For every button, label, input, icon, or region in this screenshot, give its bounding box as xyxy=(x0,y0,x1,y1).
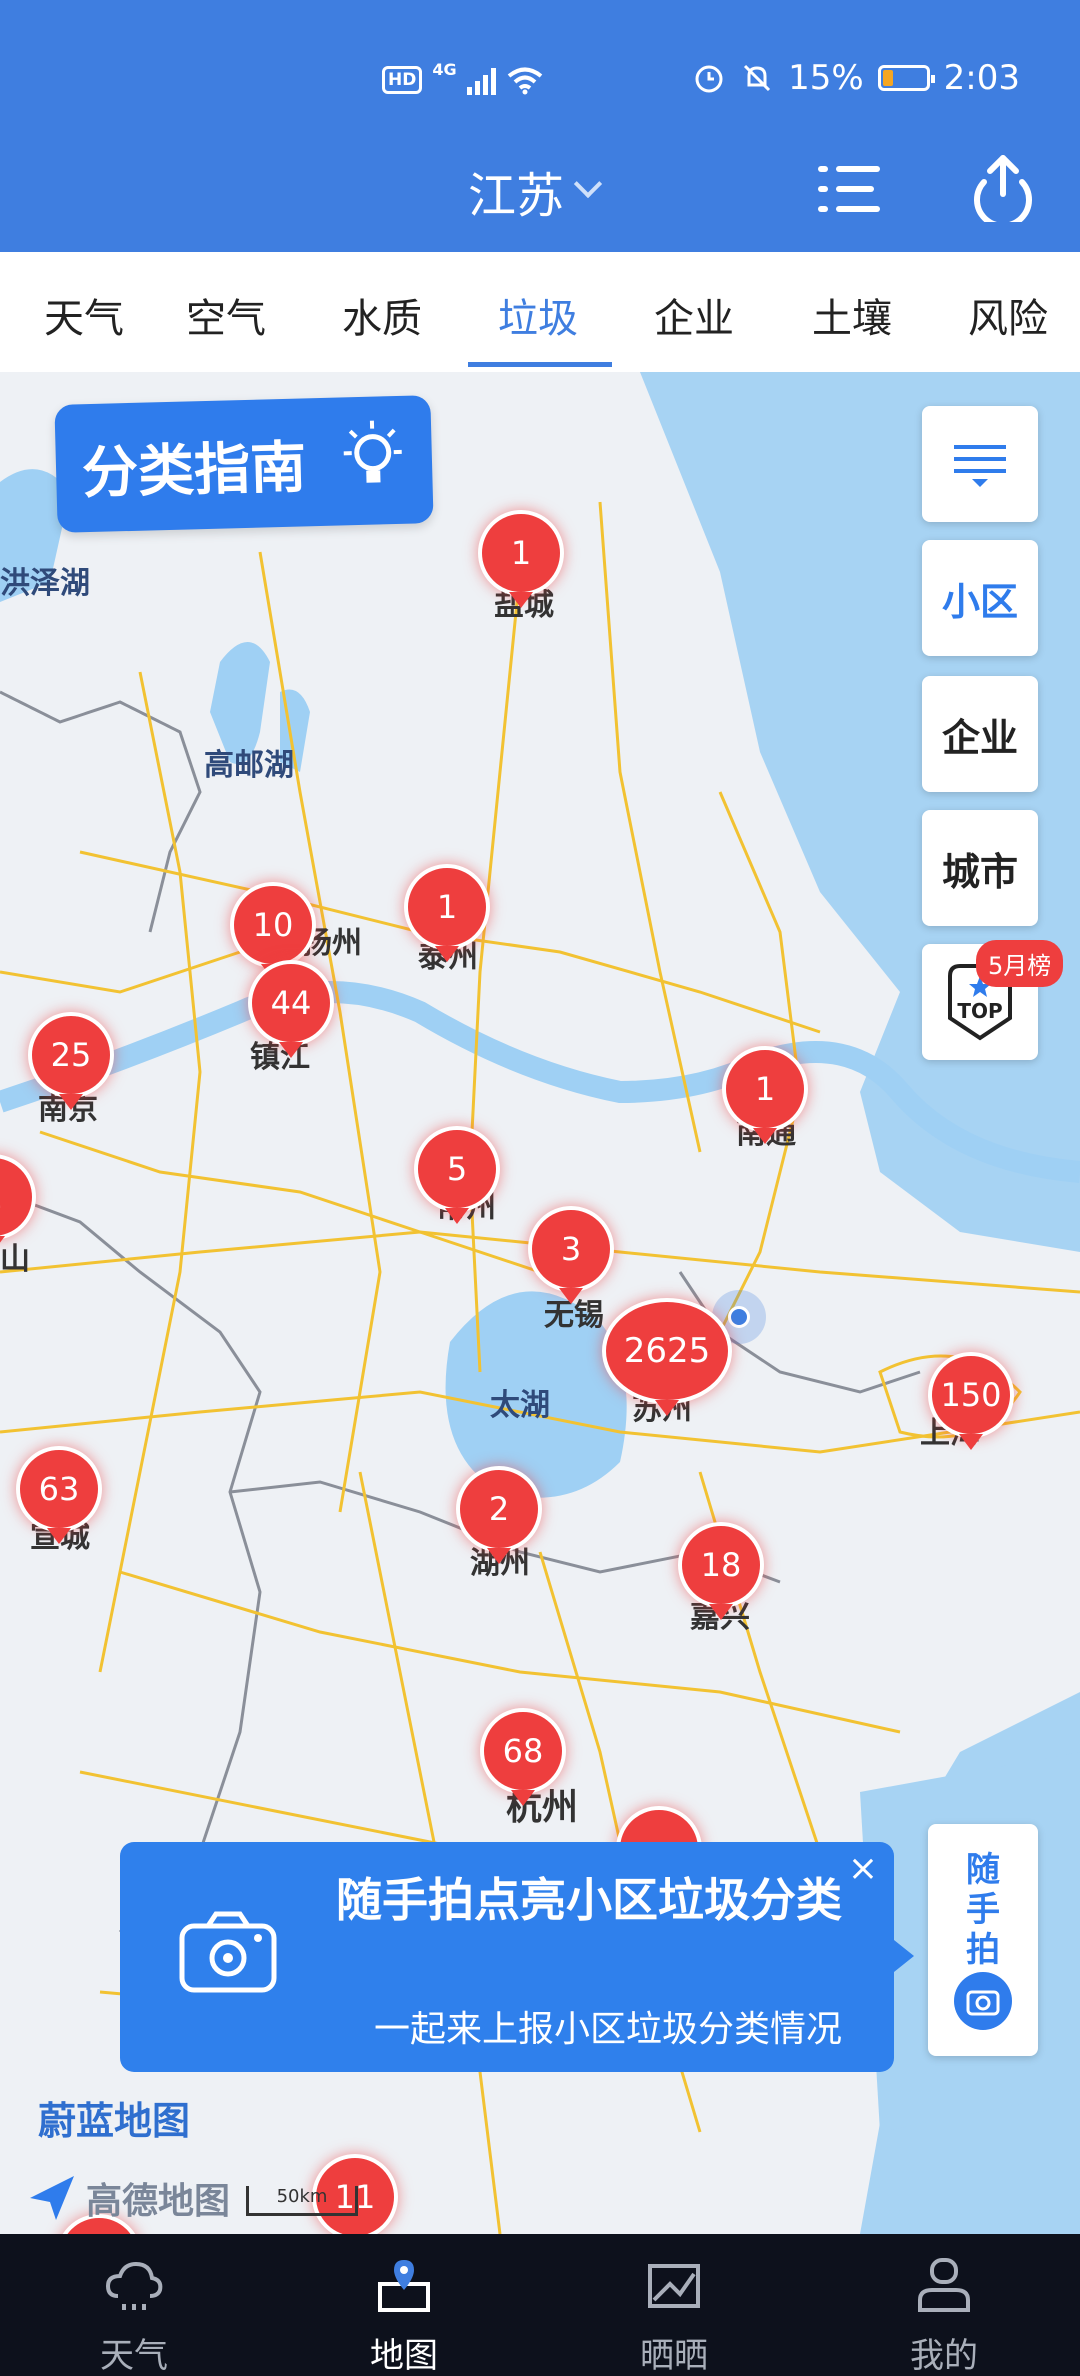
status-bar-left: HD 4G xyxy=(382,60,544,100)
amap-logo: 高德地图 xyxy=(26,2172,230,2224)
map-view[interactable]: 洪泽湖 高邮湖 盐城 扬州 泰州 镇江 南京 常州 南通 无锡 太湖 苏州 上海… xyxy=(0,372,1080,2234)
city-button[interactable]: 城市 xyxy=(922,810,1038,926)
active-tab-indicator xyxy=(468,362,612,367)
weilan-map-watermark: 蔚蓝地图 xyxy=(38,2099,191,2143)
enterprise-button[interactable]: 企业 xyxy=(922,676,1038,792)
tab-enterprise[interactable]: 企业 xyxy=(654,286,734,344)
map-pin-icon xyxy=(378,2260,430,2312)
banner-subtitle: 一起来上报小区垃圾分类情况 xyxy=(373,2009,842,2050)
hd-badge: HD xyxy=(382,66,423,94)
filter-icon xyxy=(954,445,1006,487)
classification-guide-button[interactable]: 分类指南 xyxy=(54,395,434,533)
banner-title: 随手拍点亮小区垃圾分类 xyxy=(336,1873,842,1927)
map-pin[interactable]: 2 xyxy=(456,1466,542,1564)
clock: 2:03 xyxy=(943,58,1020,98)
map-pin[interactable]: 3 xyxy=(528,1206,614,1304)
map-pin[interactable]: 63 xyxy=(16,1446,102,1544)
snapshot-promo-banner[interactable]: 随手拍点亮小区垃圾分类 一起来上报小区垃圾分类情况 × xyxy=(120,1842,914,2072)
place-label: 洪泽湖 xyxy=(0,566,90,601)
map-scale: 50km xyxy=(246,2186,358,2216)
user-icon xyxy=(918,2258,970,2312)
photo-icon xyxy=(648,2264,700,2308)
map-pin[interactable]: 25 xyxy=(28,1012,114,1110)
map-pin[interactable]: 44 xyxy=(248,960,334,1058)
map-pin[interactable]: 68 xyxy=(480,1708,566,1806)
map-pin[interactable]: 10 xyxy=(230,882,316,980)
wifi-icon xyxy=(507,67,542,95)
map-pin[interactable]: 5 xyxy=(414,1126,500,1224)
nav-share[interactable]: 晒晒 xyxy=(604,2244,744,2376)
map-pin[interactable]: 150 xyxy=(928,1352,1014,1450)
map-pin[interactable]: 18 xyxy=(678,1522,764,1620)
list-icon[interactable] xyxy=(818,164,880,214)
tab-soil[interactable]: 土壤 xyxy=(812,286,892,344)
amap-label: 高德地图 xyxy=(86,2181,231,2222)
nav-label: 晒晒 xyxy=(640,2336,708,2376)
tab-garbage[interactable]: 垃圾 xyxy=(498,286,578,344)
battery-icon xyxy=(877,65,935,91)
nav-label: 地图 xyxy=(370,2336,438,2376)
region-selector[interactable]: 江苏 xyxy=(468,156,603,226)
status-bar-right: 15% 2:03 xyxy=(692,56,1020,100)
screen: HD 4G 15% 2:03 江苏 天气 空气 水质 垃圾 企业 土壤 风险 洪… xyxy=(0,0,1080,2376)
nav-map[interactable]: 地图 xyxy=(334,2244,474,2376)
community-button[interactable]: 小区 xyxy=(922,540,1038,656)
place-label: 太湖 xyxy=(490,1388,550,1423)
lightbulb-icon xyxy=(343,420,402,483)
bottom-navigation: 天气 地图 晒晒 我的 xyxy=(0,2234,1080,2376)
map-pin[interactable]: 2625 xyxy=(602,1298,732,1416)
app-header: HD 4G 15% 2:03 江苏 xyxy=(0,0,1080,252)
nav-label: 天气 xyxy=(100,2336,168,2376)
nav-profile[interactable]: 我的 xyxy=(874,2244,1014,2376)
map-pin[interactable]: 1 xyxy=(478,510,564,608)
close-icon[interactable]: × xyxy=(848,1848,878,1889)
filter-button[interactable] xyxy=(922,406,1038,522)
battery-percent: 15% xyxy=(788,58,864,98)
camera-small-icon xyxy=(954,1972,1012,2030)
mute-bell-icon xyxy=(744,64,771,92)
tab-risk[interactable]: 风险 xyxy=(968,286,1048,344)
chevron-down-icon xyxy=(573,169,603,199)
map-pin[interactable]: 1 xyxy=(722,1046,808,1144)
map-pin[interactable]: 1 xyxy=(404,864,490,962)
nav-weather[interactable]: 天气 xyxy=(64,2244,204,2376)
alarm-icon xyxy=(695,65,723,93)
camera-icon xyxy=(179,1911,277,1993)
share-icon[interactable] xyxy=(970,152,1036,222)
snapshot-button[interactable]: 随手拍 xyxy=(928,1824,1038,2056)
category-tabs: 天气 空气 水质 垃圾 企业 土壤 风险 xyxy=(0,252,1080,370)
tab-water[interactable]: 水质 xyxy=(342,286,422,344)
amap-arrow-icon xyxy=(30,2176,74,2220)
tab-weather[interactable]: 天气 xyxy=(44,286,124,344)
snapshot-label: 随手拍 xyxy=(966,1850,1000,1970)
top-label: TOP xyxy=(957,999,1002,1023)
cloud-icon xyxy=(105,2261,163,2310)
region-label: 江苏 xyxy=(468,168,565,224)
month-ranking-badge: 5月榜 xyxy=(976,940,1064,987)
guide-label: 分类指南 xyxy=(81,434,307,506)
network-type: 4G xyxy=(432,60,457,79)
tab-air[interactable]: 空气 xyxy=(186,286,266,344)
nav-label: 我的 xyxy=(910,2336,978,2376)
signal-icon xyxy=(466,65,496,95)
place-label: 高邮湖 xyxy=(204,748,294,783)
